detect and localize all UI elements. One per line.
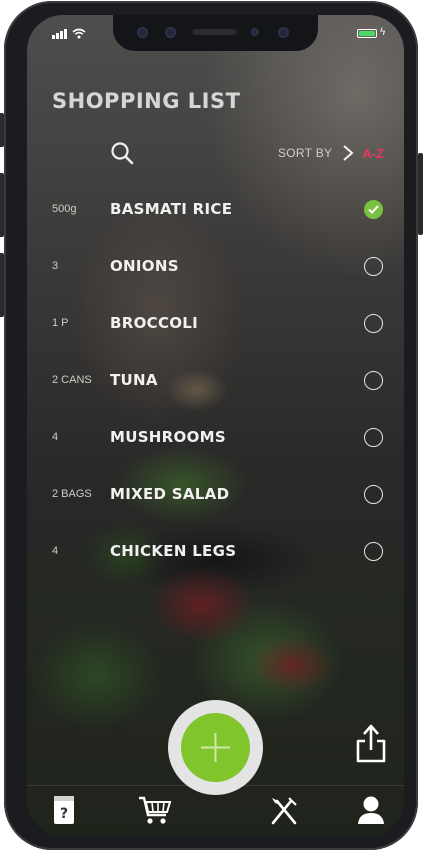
help-book-icon: ? xyxy=(54,796,74,824)
fork-knife-icon xyxy=(271,797,297,825)
power-button xyxy=(418,153,423,235)
plus-icon xyxy=(201,733,230,762)
share-icon[interactable] xyxy=(355,723,387,763)
item-name: MUSHROOMS xyxy=(110,428,226,446)
battery-icon xyxy=(357,29,377,38)
item-quantity: 1 P xyxy=(52,317,69,329)
tab-help[interactable]: ? xyxy=(47,793,81,827)
proximity-sensor-icon xyxy=(251,28,259,36)
checkbox-icon[interactable] xyxy=(364,485,383,504)
app-screen: ϟ SHOPPING LIST SORT BY A-Z 500g BASMATI… xyxy=(27,15,404,836)
item-name: BROCCOLI xyxy=(110,314,199,332)
item-name: CHICKEN LEGS xyxy=(110,542,237,560)
item-quantity: 4 xyxy=(52,545,59,557)
speaker-grille xyxy=(193,29,237,35)
sort-value[interactable]: A-Z xyxy=(362,146,384,161)
svg-text:?: ? xyxy=(60,806,68,822)
item-quantity: 3 xyxy=(52,260,59,272)
item-quantity: 2 CANS xyxy=(52,374,92,386)
checkbox-icon[interactable] xyxy=(364,314,383,333)
list-item[interactable]: 500g BASMATI RICE xyxy=(27,191,404,231)
sort-control[interactable]: SORT BY A-Z xyxy=(278,144,384,162)
notch xyxy=(113,15,318,51)
list-item[interactable]: 2 CANS TUNA xyxy=(27,362,404,402)
search-icon[interactable] xyxy=(110,141,134,165)
tab-shopping-cart[interactable] xyxy=(135,793,175,827)
checkbox-icon[interactable] xyxy=(364,428,383,447)
volume-up-button xyxy=(0,173,4,237)
mute-button xyxy=(0,113,4,147)
checkbox-icon[interactable] xyxy=(364,542,383,561)
item-name: BASMATI RICE xyxy=(110,200,233,218)
sensor-icon xyxy=(165,27,176,38)
chevron-right-icon xyxy=(343,145,354,161)
checked-checkbox-icon[interactable] xyxy=(364,200,383,219)
user-icon xyxy=(358,796,384,824)
battery-level xyxy=(359,31,375,36)
list-item[interactable]: 4 MUSHROOMS xyxy=(27,419,404,459)
item-quantity: 2 BAGS xyxy=(52,488,92,500)
item-name: ONIONS xyxy=(110,257,179,275)
front-camera-icon xyxy=(278,27,289,38)
checkbox-icon[interactable] xyxy=(364,371,383,390)
item-quantity: 4 xyxy=(52,431,59,443)
item-name: MIXED SALAD xyxy=(110,485,230,503)
charging-bolt-icon: ϟ xyxy=(379,27,386,38)
list-item[interactable]: 1 P BROCCOLI xyxy=(27,305,404,345)
shopping-cart-icon xyxy=(139,796,172,824)
sort-label: SORT BY xyxy=(277,146,333,160)
wifi-icon xyxy=(72,28,86,39)
checkbox-icon[interactable] xyxy=(364,257,383,276)
tab-bar-divider xyxy=(27,785,404,786)
item-quantity: 500g xyxy=(52,203,77,215)
cellular-signal-icon xyxy=(52,29,67,39)
list-item[interactable]: 4 CHICKEN LEGS xyxy=(27,533,404,573)
item-name: TUNA xyxy=(110,371,158,389)
tab-recipes[interactable] xyxy=(267,793,301,827)
status-left xyxy=(52,28,86,39)
list-item[interactable]: 3 ONIONS xyxy=(27,248,404,288)
camera-icon xyxy=(137,27,148,38)
phone-frame: ϟ SHOPPING LIST SORT BY A-Z 500g BASMATI… xyxy=(0,1,423,850)
page-title: SHOPPING LIST xyxy=(52,89,241,113)
tab-profile[interactable] xyxy=(354,793,388,827)
list-item[interactable]: 2 BAGS MIXED SALAD xyxy=(27,476,404,516)
volume-down-button xyxy=(0,253,4,317)
add-item-button[interactable] xyxy=(181,713,250,782)
